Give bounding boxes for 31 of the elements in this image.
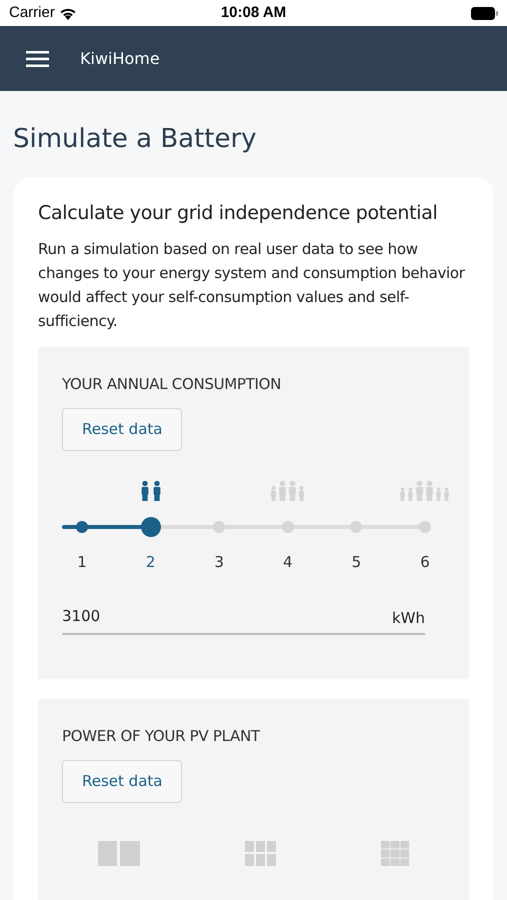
reset-button[interactable]: Reset data [62, 408, 182, 450]
solar-panel-icon [245, 840, 276, 866]
step-label[interactable]: 5 [352, 550, 362, 573]
step-label[interactable]: 3 [214, 550, 224, 573]
card-description: Run a simulation based on real user data to see how changes to your energy system and consumption behavior would affect your self-consumption values and self-sufficiency. [38, 239, 466, 332]
battery-icon [471, 6, 498, 20]
app-title: KiwiHome [80, 48, 160, 70]
carrier-label: Carrier [9, 2, 55, 23]
slider-stop[interactable] [350, 520, 362, 532]
menu-icon[interactable] [26, 50, 49, 66]
step-label[interactable]: 4 [283, 550, 293, 573]
solar-panel-icon [381, 840, 409, 866]
family-icon [138, 480, 163, 500]
slider-thumb[interactable] [140, 516, 161, 536]
slider-stop[interactable] [213, 520, 226, 532]
section-title: POWER OF YOUR PV PLANT [62, 726, 262, 747]
status-time: 10:08 AM [220, 2, 286, 23]
solar-panel-icon [98, 840, 140, 866]
slider-stop[interactable] [419, 520, 431, 532]
wifi-icon [58, 6, 77, 20]
card-heading: Calculate your grid independence potential [38, 201, 439, 226]
reset-button[interactable]: Reset data [62, 760, 182, 802]
slider-stop[interactable] [282, 520, 294, 532]
unit-label: kWh [392, 608, 425, 628]
section-title: YOUR ANNUAL CONSUMPTION [62, 374, 282, 395]
consumption-field[interactable]: 3100 kWh [62, 604, 425, 635]
slider-stop[interactable] [76, 520, 88, 532]
step-label[interactable]: 6 [420, 550, 430, 573]
step-label[interactable]: 2 [146, 550, 156, 573]
step-label[interactable]: 1 [77, 550, 87, 573]
page-title: Simulate a Battery [12, 123, 258, 156]
